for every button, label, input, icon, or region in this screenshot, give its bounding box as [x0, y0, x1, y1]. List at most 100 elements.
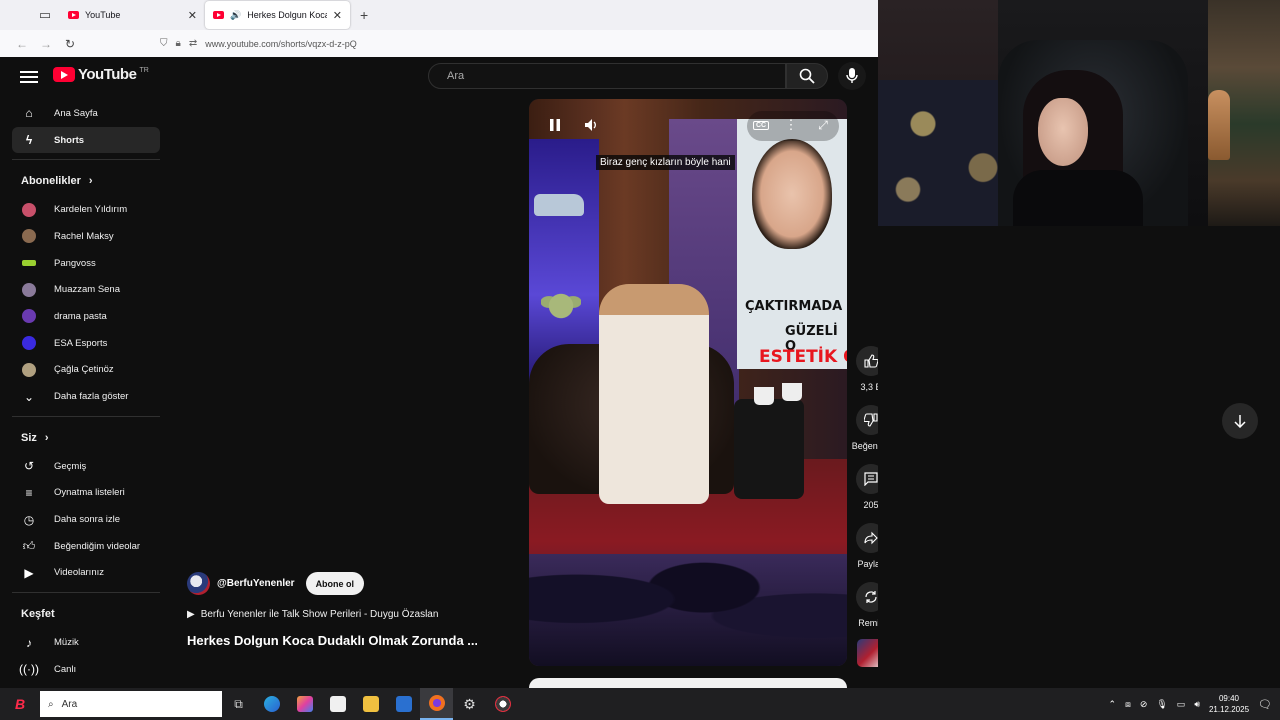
sidebar-item-subscription[interactable]: Kardelen Yıldırım	[12, 196, 160, 223]
youtube-page: YouTube TR Ara ⌂ Ana Sayfa ϟ Shorts Abon…	[0, 57, 878, 688]
sidebar-item-watch-later[interactable]: ◷ Daha sonra izle	[12, 506, 160, 533]
tab-overview-icon[interactable]: ▭	[30, 0, 60, 30]
shield-icon[interactable]: ⛉	[160, 38, 168, 49]
sidebar-item-subscription[interactable]: Çağla Çetinöz	[12, 357, 160, 384]
sidebar-item-label: Shorts	[54, 134, 85, 146]
remix-icon	[865, 591, 877, 603]
sidebar-item-subscription[interactable]: Pangvoss	[12, 250, 160, 277]
new-tab-icon[interactable]: +	[360, 7, 368, 23]
share-button[interactable]	[856, 523, 878, 553]
volume-button[interactable]	[577, 111, 605, 139]
comment-count: 205	[863, 500, 878, 510]
sidebar-item-label: Daha fazla göster	[54, 391, 129, 403]
fullscreen-button[interactable]: ⤢	[809, 111, 837, 139]
close-icon[interactable]: ✕	[188, 9, 197, 22]
next-video-button[interactable]	[1222, 403, 1258, 439]
sidebar-item-home[interactable]: ⌂ Ana Sayfa	[12, 100, 160, 127]
video-frame	[541, 284, 581, 324]
chevron-up-icon[interactable]: ⌃	[1109, 699, 1117, 710]
speaker-icon[interactable]: 🔊︎	[1194, 699, 1200, 710]
channel-avatar[interactable]	[187, 572, 210, 595]
sidebar-item-subscription[interactable]: ESA Esports	[12, 330, 160, 357]
pause-button[interactable]	[541, 111, 569, 139]
short-title[interactable]: Herkes Dolgun Koca Dudaklı Olmak Zorunda…	[187, 633, 477, 648]
url-text[interactable]: www.youtube.com/shorts/vqzx-d-z-pQ	[205, 39, 357, 49]
explorer-app[interactable]	[354, 688, 387, 720]
outlook-app[interactable]	[387, 688, 420, 720]
microphone-icon[interactable]: 🎙︎	[1156, 699, 1167, 710]
permissions-icon[interactable]: ⇄	[189, 38, 197, 49]
taskbar-search[interactable]: ⌕ Ara	[40, 691, 222, 717]
sidebar-item-live[interactable]: ((·)) Canlı	[12, 656, 160, 683]
menu-icon[interactable]	[20, 69, 38, 83]
forward-icon[interactable]: →	[34, 37, 58, 51]
tab-youtube[interactable]: YouTube ✕	[60, 1, 205, 29]
lock-icon[interactable]: 🔒︎	[176, 38, 181, 49]
video-frame	[734, 399, 804, 499]
sidebar-item-liked-videos[interactable]: 👍︎ Beğendiğim videolar	[12, 533, 160, 560]
back-icon[interactable]: ←	[10, 37, 34, 51]
sound-thumbnail[interactable]	[857, 639, 878, 667]
firefox-app[interactable]	[420, 688, 453, 720]
network-icon[interactable]: ▭	[1177, 699, 1186, 710]
comments-button[interactable]	[856, 464, 878, 494]
subscribe-button[interactable]: Abone ol	[305, 572, 365, 595]
speaker-icon[interactable]: 🔊	[230, 10, 241, 21]
folder-icon	[362, 696, 379, 712]
share-action[interactable]: Paylaş	[849, 523, 878, 569]
dislike-button[interactable]	[856, 405, 878, 435]
channel-name[interactable]: @BerfuYenenler	[217, 578, 295, 589]
more-options-button[interactable]: ⋮	[777, 111, 805, 139]
sidebar-item-playlists[interactable]: ≡ Oynatma listeleri	[12, 480, 160, 507]
sidebar-item-label: Geçmiş	[54, 460, 87, 472]
reload-icon[interactable]: ↻	[58, 37, 82, 51]
remix-button[interactable]	[856, 582, 878, 612]
edge-app[interactable]	[255, 688, 288, 720]
sidebar-item-label: Pangvoss	[54, 257, 96, 269]
subscriptions-header[interactable]: Abonelikler ›	[12, 166, 160, 196]
tab-shorts[interactable]: 🔊 Herkes Dolgun Koca Dudaklı ✕	[205, 1, 350, 29]
copilot-app[interactable]	[288, 688, 321, 720]
video-frame	[534, 194, 584, 216]
sidebar-item-label: Muazzam Sena	[54, 284, 121, 296]
playlist-link[interactable]: ▶ Berfu Yenenler ile Talk Show Perileri …	[187, 609, 438, 620]
like-icon: 👍︎	[22, 538, 36, 553]
obs-app[interactable]	[486, 688, 519, 720]
video-caption: Biraz genç kızların böyle hani	[596, 155, 735, 170]
sidebar-item-music[interactable]: ♪ Müzik	[12, 629, 160, 656]
sidebar-item-shorts[interactable]: ϟ Shorts	[12, 126, 160, 154]
task-view-button[interactable]: ⧉	[222, 688, 255, 720]
clock[interactable]: 09:40 21.12.2025	[1209, 693, 1249, 715]
mute-icon[interactable]: ⊘	[1140, 699, 1148, 710]
next-short-preview[interactable]	[529, 678, 847, 688]
notifications-icon[interactable]: 🗨︎	[1258, 698, 1272, 711]
start-button[interactable]: B	[0, 688, 40, 720]
thumbs-down-icon	[864, 413, 878, 427]
sidebar-item-subscription[interactable]: Muazzam Sena	[12, 276, 160, 303]
device-icon[interactable]: ⧈	[1125, 699, 1131, 710]
search-input[interactable]: Ara	[428, 63, 786, 89]
close-icon[interactable]: ✕	[333, 9, 342, 22]
sidebar-item-your-videos[interactable]: ▶ Videolarınız	[12, 560, 160, 587]
settings-app[interactable]: ⚙	[453, 688, 486, 720]
sidebar-item-subscription[interactable]: drama pasta	[12, 303, 160, 330]
sidebar-item-history[interactable]: ↺ Geçmiş	[12, 453, 160, 480]
dislike-action[interactable]: Beğenme	[849, 405, 878, 451]
store-app[interactable]	[321, 688, 354, 720]
video-frame	[754, 387, 774, 405]
like-button[interactable]	[856, 346, 878, 376]
volume-icon	[584, 119, 596, 131]
search-button[interactable]	[786, 63, 828, 89]
remix-action[interactable]: Remix	[849, 582, 878, 628]
divider	[12, 415, 160, 417]
sidebar-item-subscription[interactable]: Rachel Maksy	[12, 223, 160, 250]
voice-search-button[interactable]	[838, 62, 866, 90]
url-bar[interactable]: ⛉ 🔒︎ ⇄ www.youtube.com/shorts/vqzx-d-z-p…	[160, 34, 870, 53]
sidebar-item-show-more[interactable]: ⌄ Daha fazla göster	[12, 383, 160, 410]
captions-button[interactable]: CC	[747, 111, 775, 139]
comments-action[interactable]: 205	[849, 464, 878, 510]
you-header[interactable]: Siz ›	[12, 423, 160, 453]
youtube-logo[interactable]: YouTube TR	[53, 66, 149, 83]
shorts-video-player[interactable]: ÇAKTIRMADA GÜZELİ O ESTETİK O CC ⋮ ⤢ Bir…	[529, 99, 847, 666]
like-action[interactable]: 3,3 B	[849, 346, 878, 392]
